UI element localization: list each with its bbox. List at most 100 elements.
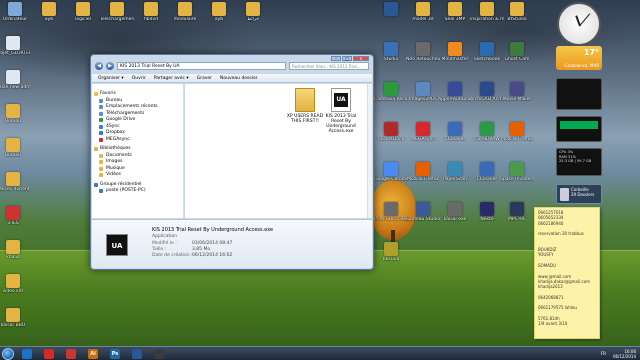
explorer-icon[interactable] bbox=[22, 349, 32, 359]
desktop-icon[interactable] bbox=[374, 2, 408, 17]
illustrator-icon[interactable]: Ai bbox=[88, 349, 98, 359]
desktop-icon[interactable]: Apps+Autoplay Racccourci bbox=[438, 82, 472, 102]
file-item-exe[interactable]: UA KIS 2013 Trial Reset By Underground A… bbox=[321, 88, 361, 134]
nav-item-icon bbox=[99, 153, 103, 158]
nav-item[interactable]: poste (POSTE-PC) bbox=[92, 188, 183, 195]
recycle-bin-gadget[interactable]: Corbeille 29 Dossiers bbox=[556, 184, 602, 204]
app-icon bbox=[448, 202, 462, 216]
cpu-meter-gadget[interactable] bbox=[556, 78, 602, 110]
desktop-icon-label: Studio bbox=[383, 57, 399, 62]
search-input[interactable]: Rechercher dans : KIS 2013 Trial... bbox=[289, 61, 369, 70]
desktop-icon[interactable]: Salah new admi bbox=[0, 70, 30, 90]
desktop-icon[interactable]: model 3d bbox=[406, 2, 440, 22]
address-bar[interactable]: KIS 2013 Trial Reset By UA bbox=[117, 61, 286, 70]
desktop-icon[interactable]: Google Chrome bbox=[374, 162, 408, 182]
app-icon bbox=[480, 202, 494, 216]
network-meter-gadget[interactable] bbox=[556, 116, 602, 142]
app-icon bbox=[448, 82, 462, 96]
details-modified: Modifié le :03/06/2014 08:47 bbox=[152, 241, 233, 246]
firefox-icon bbox=[510, 122, 524, 136]
clock-gadget[interactable] bbox=[557, 2, 601, 46]
weather-city: Casablanca, MAR bbox=[564, 63, 599, 68]
media-icon[interactable] bbox=[44, 349, 54, 359]
file-item-folder[interactable]: XP USERS READ THIS FIRST!! bbox=[285, 88, 325, 124]
desktop-icon[interactable]: MPC-HC bbox=[500, 202, 534, 222]
desktop-icon[interactable]: logiciel bbox=[66, 2, 100, 22]
desktop-icon[interactable]: hbdvd bbox=[134, 2, 168, 22]
desktop-icon[interactable]: PaperScan bbox=[438, 162, 472, 182]
desktop-icon[interactable]: Projet_GLORTEC bbox=[0, 36, 30, 56]
start-button[interactable] bbox=[2, 348, 14, 360]
desktop-icon[interactable]: CCleaner bbox=[470, 162, 504, 182]
desktop-icon[interactable]: Sameau Studio bbox=[406, 202, 440, 222]
toolbar-button[interactable]: Organiser ▾ bbox=[98, 76, 124, 81]
sticky-note[interactable]: 0661257018 0605652334 0662186940 reservati… bbox=[534, 207, 600, 339]
toolbar-button[interactable]: Nouveau dossier bbox=[220, 76, 258, 81]
app-icon bbox=[510, 202, 524, 216]
desktop-icon[interactable]: Mozilla Firefox bbox=[500, 122, 534, 142]
desktop-icon[interactable]: Space Invaders bbox=[500, 162, 534, 182]
desktop-icon-label: kaisar BBO bbox=[0, 323, 26, 328]
desktop-icon[interactable]: MEGAsync bbox=[406, 122, 440, 142]
system-stats-gadget[interactable]: CPU 3% RAM 31% 25.3 GB | 59.7 GB bbox=[556, 148, 602, 176]
word-icon[interactable] bbox=[132, 349, 142, 359]
desktop-icon[interactable]: délices dorient bbox=[0, 172, 30, 192]
desktop-icon[interactable]: Recuva bbox=[374, 242, 408, 262]
desktop-icon[interactable]: Seal 3MP bbox=[438, 2, 472, 22]
nav-item-icon bbox=[99, 105, 103, 109]
folder-icon bbox=[6, 138, 20, 152]
desktop-icon-label: Nexte bbox=[480, 217, 494, 222]
desktop-icon[interactable]: Ghost Cam bbox=[500, 42, 534, 62]
vertical-scrollbar[interactable] bbox=[367, 84, 372, 218]
desktop-icon[interactable]: inspiration & modell bbox=[470, 2, 504, 22]
desktop-icon[interactable]: CCleaner bbox=[438, 122, 472, 142]
desktop-icon[interactable]: BtStudio bbox=[500, 2, 534, 22]
toolbar-button[interactable]: Graver bbox=[197, 76, 212, 81]
desktop-icon[interactable]: CorelDRAW bbox=[470, 122, 504, 142]
desktop-icon[interactable]: khalid bbox=[0, 240, 30, 260]
app-icon[interactable] bbox=[154, 349, 164, 359]
desktop-icon[interactable]: ayb bbox=[32, 2, 66, 22]
desktop-icon[interactable]: Neo Retoucheur bbox=[406, 42, 440, 62]
desktop-icon[interactable]: Mindmaster bbox=[438, 42, 472, 62]
desktop-icon[interactable]: Movie Maker bbox=[500, 82, 534, 102]
desktop-icon[interactable]: Nexte bbox=[470, 202, 504, 222]
nav-item-icon bbox=[99, 173, 103, 177]
desktop-icon[interactable]: video kdr bbox=[0, 274, 30, 294]
desktop-icon[interactable]: Telechargement bbox=[100, 2, 134, 22]
language-indicator[interactable]: FR bbox=[601, 351, 606, 356]
toolbar-button[interactable]: Partager avec ▾ bbox=[154, 76, 189, 81]
tray-date: 06/12/2014 bbox=[612, 354, 636, 359]
desktop-icon[interactable]: Prim Fabric Retrieval bbox=[374, 202, 408, 222]
desktop-icon[interactable]: Mozilla Firefox bbox=[406, 162, 440, 182]
desktop-icon[interactable]: Bureau bbox=[0, 138, 30, 158]
forward-icon[interactable]: ▶ bbox=[106, 61, 114, 70]
folder-icon bbox=[6, 172, 20, 186]
desktop-icon[interactable]: خرائط bbox=[236, 2, 270, 22]
desktop-icon[interactable]: Bureau bbox=[0, 104, 30, 124]
nav-item[interactable]: Vidéos bbox=[92, 172, 183, 179]
opera-icon[interactable] bbox=[66, 349, 76, 359]
weather-gadget[interactable]: 17° Casablanca, MAR bbox=[556, 46, 602, 70]
desktop-icon[interactable]: RocketDock bbox=[374, 122, 408, 142]
desktop-icon[interactable]: Sketchbook bbox=[470, 42, 504, 62]
explorer-window[interactable]: – □ × ◀ ▶ KIS 2013 Trial Reset By UA Rec… bbox=[90, 54, 374, 270]
desktop-icon[interactable]: ArchiCAD Architecture bbox=[470, 82, 504, 102]
nav-label: Musique bbox=[106, 165, 125, 171]
desktop-icon[interactable]: ayb bbox=[202, 2, 236, 22]
photoshop-icon[interactable]: Ps bbox=[110, 349, 120, 359]
tray-clock[interactable]: 16:06 06/12/2014 bbox=[613, 349, 636, 359]
desktop-icon[interactable]: Studio bbox=[374, 42, 408, 62]
app-icon bbox=[510, 42, 524, 56]
back-icon[interactable]: ◀ bbox=[95, 61, 103, 70]
toolbar-button[interactable]: Ouvrir bbox=[132, 76, 146, 81]
desktop-icon[interactable]: kaisar BBO bbox=[0, 308, 30, 328]
desktop-icon[interactable]: modulaire bbox=[168, 2, 202, 22]
desktop-icon[interactable]: 3.IES bbox=[0, 206, 30, 226]
desktop-icon[interactable]: Images2PDF bbox=[406, 82, 440, 102]
desktop-icon[interactable]: Ordinateur bbox=[0, 2, 32, 22]
desktop-icon-label: modulaire bbox=[173, 17, 197, 22]
desktop-icon[interactable]: kaisar.exe bbox=[438, 202, 472, 222]
desktop-icon[interactable]: Camtasia Recorder bbox=[374, 82, 408, 102]
nav-item[interactable]: MEGAsync bbox=[92, 137, 183, 144]
